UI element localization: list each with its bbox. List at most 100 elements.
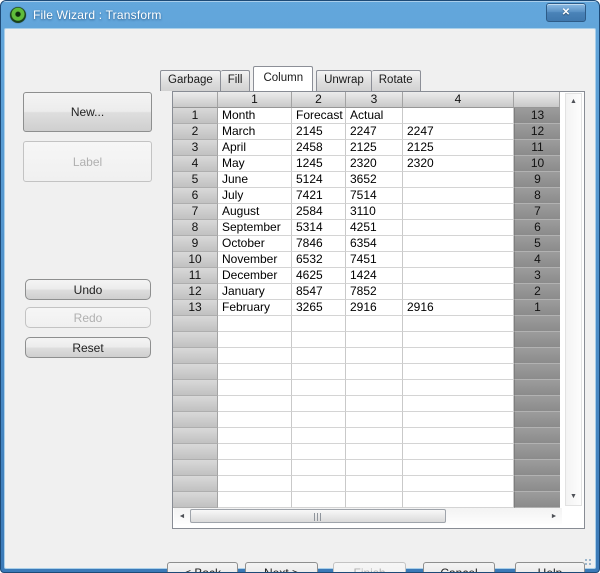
row-header[interactable] [173,396,218,412]
table-cell[interactable]: June [218,172,292,188]
table-cell[interactable] [346,412,403,428]
table-cell[interactable]: 2458 [292,140,346,156]
row-header[interactable]: 9 [173,236,218,252]
table-cell[interactable] [292,316,346,332]
scroll-down-icon[interactable]: ▼ [566,489,581,505]
table-cell[interactable] [403,396,514,412]
table-cell[interactable] [346,316,403,332]
table-cell[interactable]: 5314 [292,220,346,236]
row-header[interactable]: 8 [173,220,218,236]
table-cell[interactable]: 8547 [292,284,346,300]
table-cell[interactable]: Actual [346,108,403,124]
row-header[interactable] [173,332,218,348]
scroll-up-icon[interactable]: ▲ [566,94,581,110]
table-cell[interactable] [218,348,292,364]
table-cell[interactable]: July [218,188,292,204]
table-cell[interactable]: 2320 [403,156,514,172]
row-header[interactable]: 2 [173,124,218,140]
table-cell[interactable] [403,284,514,300]
table-cell[interactable] [218,316,292,332]
table-cell[interactable] [346,396,403,412]
table-cell[interactable] [292,396,346,412]
help-button[interactable]: Help [515,562,585,572]
row-header[interactable]: 10 [173,252,218,268]
table-cell[interactable]: 2916 [403,300,514,316]
row-header[interactable]: 3 [173,140,218,156]
table-cell[interactable] [218,332,292,348]
row-header[interactable] [173,492,218,508]
row-header[interactable] [173,428,218,444]
back-button[interactable]: < Back [167,562,238,572]
table-cell[interactable] [292,476,346,492]
table-cell[interactable]: 2247 [346,124,403,140]
table-cell[interactable] [403,220,514,236]
table-cell[interactable] [403,476,514,492]
table-cell[interactable] [292,380,346,396]
table-cell[interactable] [218,492,292,508]
table-cell[interactable]: 7852 [346,284,403,300]
table-cell[interactable] [346,332,403,348]
table-cell[interactable]: 4251 [346,220,403,236]
tab-garbage[interactable]: Garbage [160,70,221,91]
table-cell[interactable]: 6532 [292,252,346,268]
close-button[interactable]: ✕ [546,3,586,22]
tab-fill[interactable]: Fill [220,70,251,91]
table-cell[interactable] [403,364,514,380]
table-cell[interactable] [403,172,514,188]
column-header[interactable]: 1 [218,92,292,108]
table-cell[interactable] [292,492,346,508]
table-cell[interactable] [346,380,403,396]
table-cell[interactable] [346,444,403,460]
table-cell[interactable]: September [218,220,292,236]
table-cell[interactable] [218,396,292,412]
horizontal-scroll-track[interactable] [190,509,546,523]
row-header[interactable]: 13 [173,300,218,316]
table-cell[interactable] [218,428,292,444]
tab-unwrap[interactable]: Unwrap [316,70,372,91]
row-header[interactable]: 5 [173,172,218,188]
row-header[interactable] [173,348,218,364]
reset-button[interactable]: Reset [25,337,151,358]
table-cell[interactable] [403,412,514,428]
table-cell[interactable] [346,492,403,508]
table-cell[interactable]: 1245 [292,156,346,172]
row-header[interactable]: 4 [173,156,218,172]
finish-button[interactable]: Finish [333,562,406,572]
table-cell[interactable]: November [218,252,292,268]
horizontal-scroll-thumb[interactable] [190,509,447,523]
table-cell[interactable] [218,364,292,380]
column-header[interactable]: 4 [403,92,514,108]
table-cell[interactable] [218,412,292,428]
label-button[interactable]: Label [23,141,152,182]
table-cell[interactable] [346,428,403,444]
table-cell[interactable]: 2125 [403,140,514,156]
table-cell[interactable]: August [218,204,292,220]
table-cell[interactable] [403,204,514,220]
table-cell[interactable] [403,332,514,348]
table-cell[interactable] [403,460,514,476]
table-cell[interactable]: 4625 [292,268,346,284]
next-button[interactable]: Next > [245,562,318,572]
table-cell[interactable] [403,348,514,364]
table-cell[interactable]: 2145 [292,124,346,140]
table-cell[interactable]: 2916 [346,300,403,316]
table-cell[interactable] [292,332,346,348]
table-cell[interactable] [403,492,514,508]
redo-button[interactable]: Redo [25,307,151,328]
table-cell[interactable] [403,268,514,284]
table-cell[interactable]: February [218,300,292,316]
column-header[interactable]: 2 [292,92,346,108]
corner-header-cell[interactable] [173,92,218,108]
table-cell[interactable]: 7451 [346,252,403,268]
table-cell[interactable]: 7514 [346,188,403,204]
table-cell[interactable]: 3265 [292,300,346,316]
table-cell[interactable] [403,428,514,444]
row-header[interactable]: 6 [173,188,218,204]
row-header[interactable]: 7 [173,204,218,220]
table-cell[interactable] [403,188,514,204]
undo-button[interactable]: Undo [25,279,151,300]
table-cell[interactable]: 7421 [292,188,346,204]
table-cell[interactable]: 2320 [346,156,403,172]
table-cell[interactable]: 7846 [292,236,346,252]
table-cell[interactable] [218,460,292,476]
